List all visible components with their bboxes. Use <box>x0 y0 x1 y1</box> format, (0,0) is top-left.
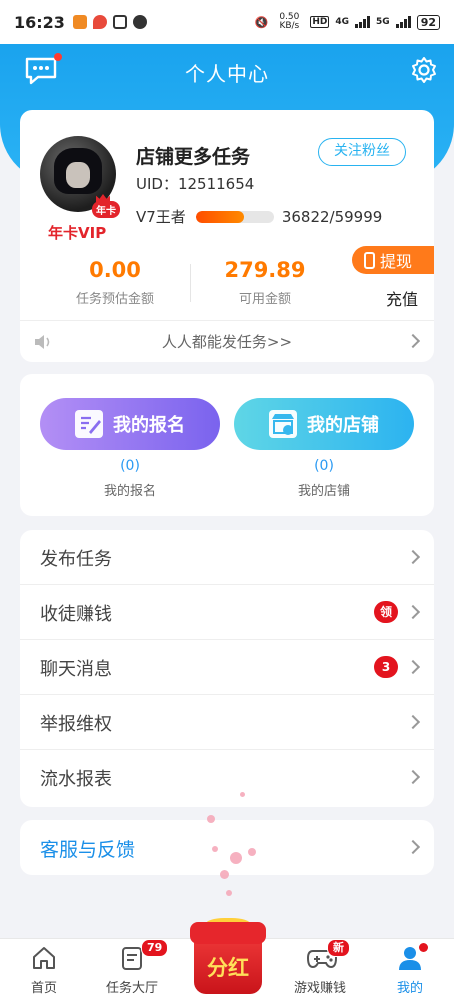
shop-icon <box>269 410 297 438</box>
chevron-right-icon <box>405 659 421 675</box>
page-title: 个人中心 <box>185 62 269 86</box>
battery-icon: 92 <box>416 14 440 30</box>
menu-list: 发布任务 收徒赚钱 领 聊天消息 3 举报维权 流水报表 <box>20 530 434 807</box>
petal-decoration <box>220 870 229 879</box>
signal-icon-2 <box>395 16 411 28</box>
user-icon <box>397 943 428 971</box>
menu-item-label: 收徒赚钱 <box>40 604 112 625</box>
new-badge: 新 <box>327 939 350 957</box>
speaker-icon <box>35 335 50 349</box>
withdraw-button[interactable]: 提现 <box>352 246 434 274</box>
profile-name: 店铺更多任务 <box>136 146 251 168</box>
net-type-2: 5G <box>376 17 390 27</box>
level-progress-bar <box>195 210 274 223</box>
chevron-right-icon <box>405 714 421 730</box>
follow-fans-button[interactable]: 关注粉丝 <box>318 138 406 166</box>
missed-call-icon <box>112 15 127 29</box>
chevron-right-icon <box>405 839 421 855</box>
vip-label[interactable]: 年卡VIP <box>48 222 106 243</box>
petal-decoration <box>226 890 232 896</box>
mine-unread-dot <box>419 943 428 952</box>
available-amount: 279.89 <box>224 258 306 282</box>
menu-item-report-rights[interactable]: 举报维权 <box>20 695 434 750</box>
mute-icon: 🔇 <box>254 15 269 29</box>
customer-service-feedback[interactable]: 客服与反馈 <box>20 820 434 875</box>
unread-count-badge: 3 <box>374 656 398 678</box>
gear-icon <box>412 57 436 83</box>
menu-item-transaction-report[interactable]: 流水报表 <box>20 750 434 805</box>
signal-icon <box>355 16 371 28</box>
net-type-1: 4G <box>335 17 350 27</box>
available-amount-stat[interactable]: 279.89 可用金额 <box>190 258 340 307</box>
petal-decoration <box>248 848 256 856</box>
available-amount-label: 可用金额 <box>238 292 291 307</box>
my-entries-card: 我的报名 (0) 我的报名 我的店铺 (0) 我的店铺 <box>20 374 434 516</box>
edit-form-icon <box>75 410 103 438</box>
status-bar: 16:23 🔇 0.50 KB/s HD 4G 5G 92 <box>0 0 454 44</box>
user-id: UID：12511654 <box>136 175 255 193</box>
home-icon <box>31 945 57 971</box>
service-label: 客服与反馈 <box>40 839 136 861</box>
task-list-icon: 79 <box>119 939 169 971</box>
status-time: 16:23 <box>14 12 65 32</box>
withdraw-label: 提现 <box>380 252 413 271</box>
menu-item-publish-task[interactable]: 发布任务 <box>20 530 434 585</box>
estimated-amount-stat[interactable]: 0.00 任务预估金额 <box>40 258 190 307</box>
petal-decoration <box>230 852 242 864</box>
chat-bubble-icon <box>132 15 147 29</box>
level-row: V7王者 36822/59999 <box>136 206 382 227</box>
petal-decoration <box>240 792 245 797</box>
task-count-badge: 79 <box>141 939 169 957</box>
vip-badge: 年卡 <box>92 201 120 218</box>
app-notification-icon <box>72 15 87 29</box>
menu-item-chat-messages[interactable]: 聊天消息 3 <box>20 640 434 695</box>
gamepad-icon: 新 <box>306 939 350 971</box>
menu-item-label: 聊天消息 <box>40 659 112 680</box>
chevron-right-icon <box>405 769 421 785</box>
claim-badge: 领 <box>374 601 398 623</box>
tab-task-hall[interactable]: 79 任务大厅 <box>92 939 172 996</box>
phone-icon <box>364 251 375 269</box>
profile-card: 年卡 年卡VIP 店铺更多任务 关注粉丝 UID：12511654 V7王者 3… <box>20 110 434 362</box>
chevron-right-icon <box>405 604 421 620</box>
menu-item-label: 发布任务 <box>40 549 112 570</box>
my-shop-count: (0) <box>314 458 334 474</box>
recharge-button[interactable]: 充值 <box>386 286 418 310</box>
dividend-button[interactable]: 分红 <box>190 918 266 996</box>
level-name: V7王者 <box>136 208 186 226</box>
tab-game-earn-label: 游戏赚钱 <box>293 981 346 996</box>
my-shop-button[interactable]: 我的店铺 <box>234 398 414 450</box>
petal-decoration <box>212 846 218 852</box>
tab-mine[interactable]: 我的 <box>370 943 450 996</box>
menu-item-label: 流水报表 <box>40 769 112 790</box>
notice-bar[interactable]: 人人都能发任务>> <box>20 320 434 362</box>
tab-mine-label: 我的 <box>396 981 423 996</box>
level-progress-fill <box>195 210 244 223</box>
location-icon <box>92 15 107 29</box>
tab-task-hall-label: 任务大厅 <box>105 981 158 996</box>
hd-icon: HD <box>310 16 330 28</box>
chevron-right-icon <box>405 549 421 565</box>
menu-item-label: 举报维权 <box>40 714 112 735</box>
tab-home-label: 首页 <box>30 981 57 996</box>
my-registrations-caption: 我的报名 <box>103 484 156 499</box>
menu-item-recruit-earn[interactable]: 收徒赚钱 领 <box>20 585 434 640</box>
my-registrations-button[interactable]: 我的报名 <box>40 398 220 450</box>
net-speed: 0.50 KB/s <box>279 12 300 31</box>
my-shop-label: 我的店铺 <box>307 415 379 436</box>
notice-text: 人人都能发任务>> <box>161 333 293 351</box>
dividend-label: 分红 <box>207 956 249 980</box>
my-shop-caption: 我的店铺 <box>297 484 350 499</box>
my-registrations-label: 我的报名 <box>113 415 185 436</box>
level-progress-text: 36822/59999 <box>281 207 383 226</box>
tab-game-earn[interactable]: 新 游戏赚钱 <box>280 939 360 996</box>
avatar[interactable]: 年卡 <box>40 136 120 218</box>
petal-decoration <box>207 815 215 823</box>
estimated-amount: 0.00 <box>89 258 141 282</box>
estimated-amount-label: 任务预估金额 <box>75 292 154 307</box>
settings-button[interactable] <box>410 56 438 84</box>
my-registrations-count: (0) <box>120 458 140 474</box>
tab-home[interactable]: 首页 <box>4 945 84 996</box>
